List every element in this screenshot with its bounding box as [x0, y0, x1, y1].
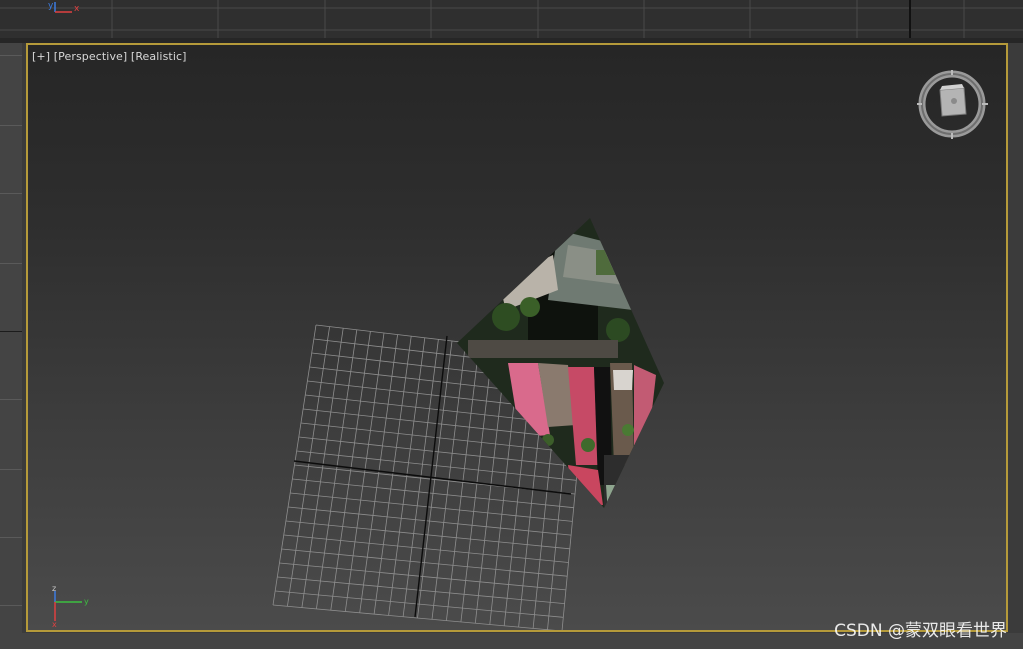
- viewcube-icon[interactable]: [914, 67, 990, 143]
- top-viewport-strip[interactable]: x y: [0, 0, 1023, 38]
- viewport-plus-menu[interactable]: [+]: [32, 50, 50, 63]
- left-side-panel[interactable]: [0, 43, 22, 633]
- axis-y-label: y: [84, 597, 89, 606]
- perspective-viewport[interactable]: [+] [Perspective] [Realistic] z y x: [26, 43, 1008, 632]
- top-viewport-grid: x y: [0, 0, 1023, 38]
- viewport-label-menu: [+] [Perspective] [Realistic]: [32, 50, 187, 63]
- axis-x-label: x: [52, 620, 57, 627]
- viewport-pov-menu[interactable]: [Perspective]: [54, 50, 128, 63]
- watermark-text: CSDN @蒙双眼看世界: [834, 621, 1007, 641]
- axis-z-label: z: [52, 585, 56, 593]
- svg-text:y: y: [48, 1, 54, 11]
- svg-text:x: x: [74, 4, 80, 14]
- viewport-shading-menu[interactable]: [Realistic]: [131, 50, 187, 63]
- scene-canvas[interactable]: [28, 45, 1006, 630]
- axis-tripod-icon: z y x: [52, 585, 89, 627]
